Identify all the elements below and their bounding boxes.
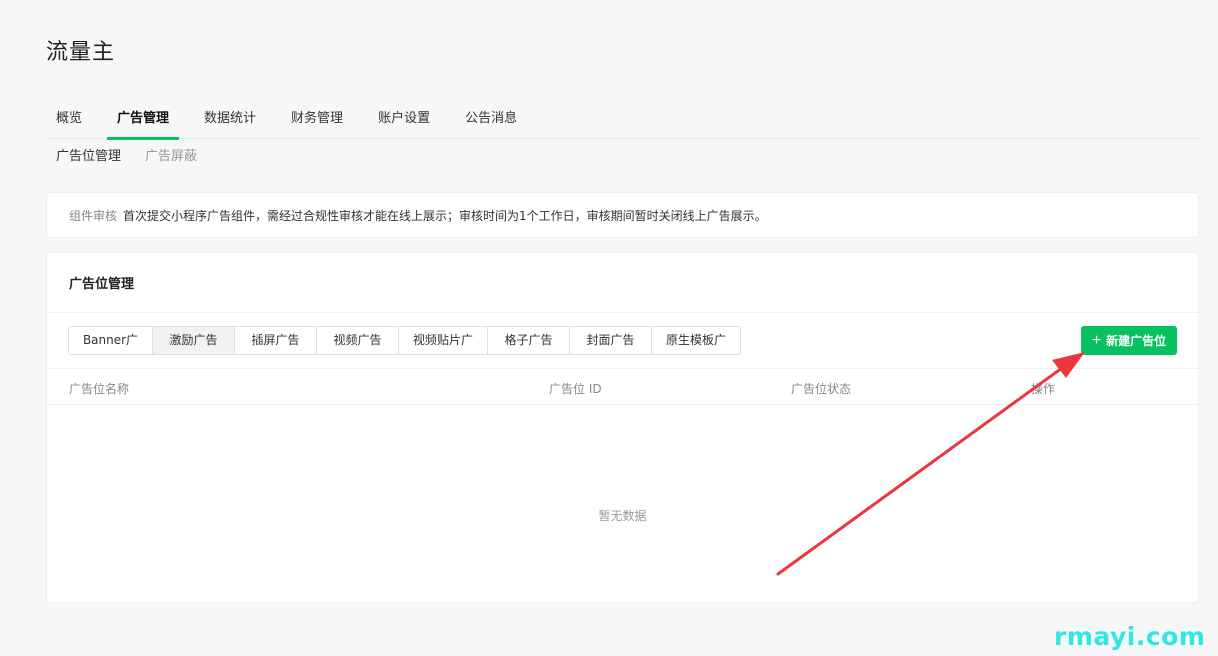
col-actions: 操作 [1031,382,1056,396]
ad-type-interstitial[interactable]: 插屏广告 [234,327,316,354]
empty-state-text: 暂无数据 [598,509,647,523]
new-ad-slot-button[interactable]: + 新建广告位 [1081,326,1177,355]
sub-nav-tabs: 广告位管理 广告屏蔽 [56,148,221,166]
ad-type-grid[interactable]: 格子广告 [487,327,569,354]
main-nav-tabs: 概览 广告管理 数据统计 财务管理 账户设置 公告消息 [46,106,1199,140]
table-header: 广告位名称 广告位 ID 广告位状态 操作 [47,369,1198,405]
tab-finance[interactable]: 财务管理 [281,106,353,139]
subtab-ad-slot-management[interactable]: 广告位管理 [56,148,121,166]
ad-type-banner[interactable]: Banner广告 [69,327,152,354]
col-ad-slot-status: 广告位状态 [791,382,852,396]
ad-type-cover[interactable]: 封面广告 [569,327,651,354]
ad-type-native-template[interactable]: 原生模板广告 [651,327,740,354]
card-title: 广告位管理 [69,277,135,292]
ad-type-rewarded[interactable]: 激励广告 [152,327,234,354]
ad-type-segmented-control: Banner广告 激励广告 插屏广告 视频广告 视频贴片广告 格子广告 封面广告… [68,326,741,355]
plus-icon: + [1091,331,1102,349]
tab-announcements[interactable]: 公告消息 [455,106,527,139]
notice-label: 组件审核 [69,208,118,223]
review-notice: 组件审核 首次提交小程序广告组件，需经过合规性审核才能在线上展示；审核时间为1个… [46,192,1199,238]
card-header: 广告位管理 [47,253,1198,313]
subtab-ad-blocking[interactable]: 广告屏蔽 [145,148,197,166]
col-ad-slot-name: 广告位名称 [69,382,130,396]
ad-type-toolbar: Banner广告 激励广告 插屏广告 视频广告 视频贴片广告 格子广告 封面广告… [47,313,1198,369]
tab-ad-management[interactable]: 广告管理 [107,106,180,140]
ad-slot-card: 广告位管理 Banner广告 激励广告 插屏广告 视频广告 视频贴片广告 格子广… [46,252,1199,603]
tab-account-settings[interactable]: 账户设置 [368,106,440,139]
tab-overview[interactable]: 概览 [46,106,92,139]
watermark-text: rmayi.com [1054,622,1206,651]
col-ad-slot-id: 广告位 ID [549,382,602,396]
tab-data-statistics[interactable]: 数据统计 [194,106,266,139]
page-title: 流量主 [46,40,116,65]
new-ad-slot-label: 新建广告位 [1106,334,1167,348]
ad-type-video-patch[interactable]: 视频贴片广告 [398,327,487,354]
notice-text: 首次提交小程序广告组件，需经过合规性审核才能在线上展示；审核时间为1个工作日，审… [123,208,767,223]
ad-type-video[interactable]: 视频广告 [316,327,398,354]
